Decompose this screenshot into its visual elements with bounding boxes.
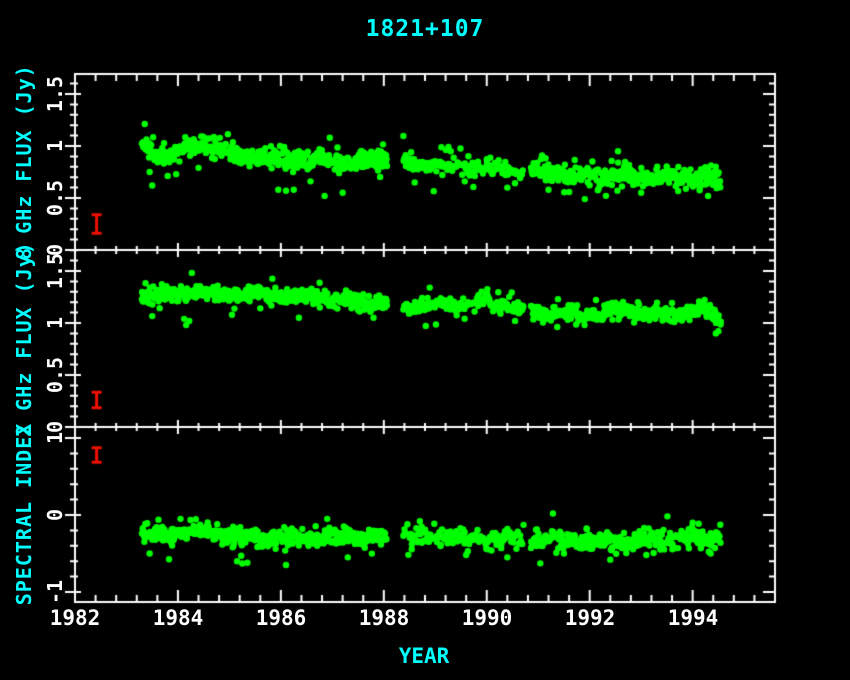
x-tick-1994: 1994 xyxy=(653,606,733,630)
x-tick-1984: 1984 xyxy=(138,606,218,630)
y-axis-title-spectral-index: SPECTRAL INDEX xyxy=(12,404,36,624)
x-tick-1986: 1986 xyxy=(241,606,321,630)
y-tick-p1-15: 1.5 xyxy=(43,236,67,306)
y-tick-p2-m1: -1 xyxy=(43,557,67,627)
x-tick-1992: 1992 xyxy=(550,606,630,630)
y-tick-p2-1: 1 xyxy=(43,403,67,473)
y-tick-p2-0: 0 xyxy=(43,480,67,550)
plot-title: 1821+107 xyxy=(275,16,575,42)
x-tick-1988: 1988 xyxy=(344,606,424,630)
y-tick-p0-15: 1.5 xyxy=(43,59,67,129)
light-curve-figure: 1821+107 YEAR 8 GHz FLUX (Jy) 2 GHz FLUX… xyxy=(0,0,850,680)
x-tick-1990: 1990 xyxy=(447,606,527,630)
scatter-plot-canvas xyxy=(0,0,850,680)
x-axis-title: YEAR xyxy=(364,644,484,668)
